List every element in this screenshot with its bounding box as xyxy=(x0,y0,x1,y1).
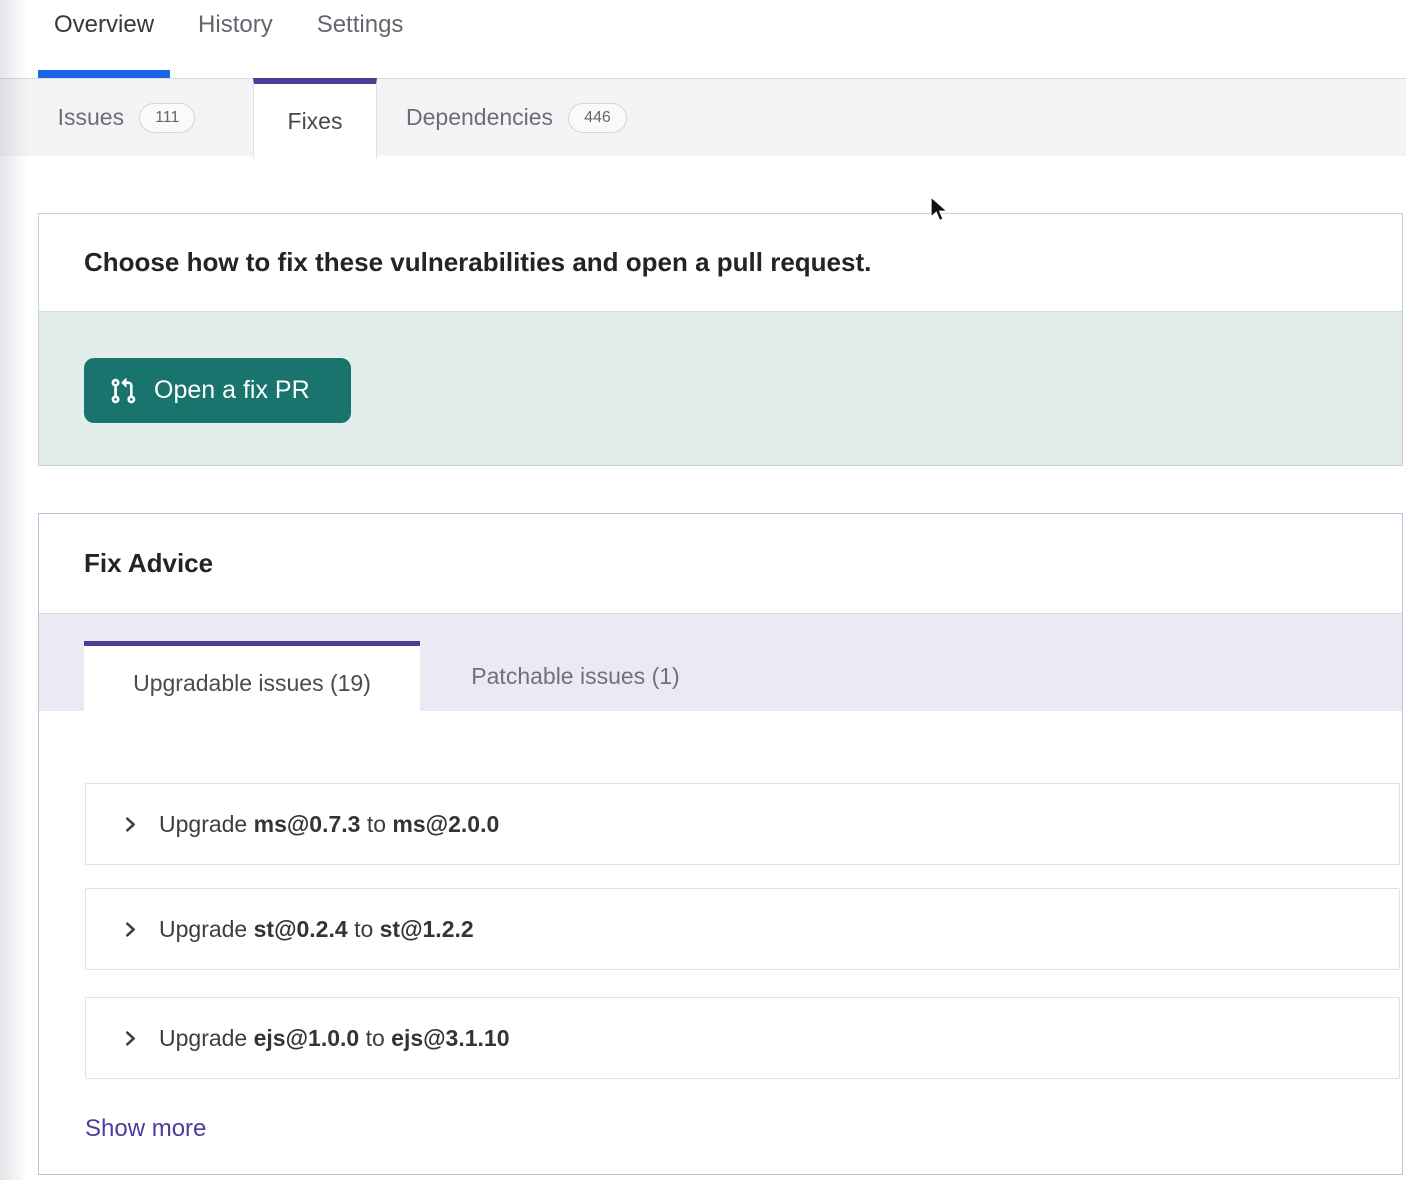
fix-banner-header: Choose how to fix these vulnerabilities … xyxy=(39,214,1402,311)
tab-settings[interactable]: Settings xyxy=(317,11,404,39)
upgrade-row-text: Upgrade ms@0.7.3 to ms@2.0.0 xyxy=(159,811,499,838)
fix-banner-card: Choose how to fix these vulnerabilities … xyxy=(38,213,1403,466)
tab-patchable-issues[interactable]: Patchable issues (1) xyxy=(420,641,731,712)
tab-fixes[interactable]: Fixes xyxy=(253,78,377,158)
fix-advice-header: Fix Advice xyxy=(39,514,1402,613)
fix-advice-title: Fix Advice xyxy=(84,548,213,579)
tab-upgradable-issues[interactable]: Upgradable issues (19) xyxy=(84,641,420,721)
chevron-right-icon xyxy=(122,921,139,938)
upgrade-row-text: Upgrade ejs@1.0.0 to ejs@3.1.10 xyxy=(159,1025,510,1052)
upgrade-row-st[interactable]: Upgrade st@0.2.4 to st@1.2.2 xyxy=(85,888,1400,970)
overview-active-underline xyxy=(38,70,170,78)
tab-dependencies-label: Dependencies xyxy=(406,104,553,131)
chevron-right-icon xyxy=(122,1030,139,1047)
fix-banner-heading: Choose how to fix these vulnerabilities … xyxy=(84,247,871,278)
panel-left-shadow xyxy=(0,0,28,1180)
tab-history[interactable]: History xyxy=(198,11,273,39)
tab-fixes-label: Fixes xyxy=(288,108,343,135)
open-fix-pr-label: Open a fix PR xyxy=(154,376,310,405)
upgrade-row-ejs[interactable]: Upgrade ejs@1.0.0 to ejs@3.1.10 xyxy=(85,997,1400,1079)
issues-count-badge: 111 xyxy=(139,103,195,133)
open-fix-pr-button[interactable]: Open a fix PR xyxy=(84,358,351,423)
project-tabbar: Issues 111 Fixes Dependencies 446 xyxy=(0,78,1406,156)
fix-banner-actions: Open a fix PR xyxy=(39,311,1402,465)
dependencies-count-badge: 446 xyxy=(568,103,627,133)
upgrade-row-ms[interactable]: Upgrade ms@0.7.3 to ms@2.0.0 xyxy=(85,783,1400,865)
tab-issues[interactable]: Issues 111 xyxy=(0,79,253,156)
upgrade-row-text: Upgrade st@0.2.4 to st@1.2.2 xyxy=(159,916,474,943)
fix-advice-card: Fix Advice Upgradable issues (19) Patcha… xyxy=(38,513,1403,1175)
fix-advice-tabstrip: Upgradable issues (19) Patchable issues … xyxy=(39,613,1402,711)
page-tabs: Overview History Settings xyxy=(0,0,1406,78)
tab-issues-label: Issues xyxy=(58,104,124,131)
git-pull-request-icon xyxy=(109,377,137,405)
tab-overview[interactable]: Overview xyxy=(54,11,154,39)
chevron-right-icon xyxy=(122,816,139,833)
show-more-link[interactable]: Show more xyxy=(85,1115,206,1143)
tab-dependencies[interactable]: Dependencies 446 xyxy=(377,79,1406,156)
fixes-page: { "page_tabs": { "items": [ { "label": "… xyxy=(0,0,1406,1180)
